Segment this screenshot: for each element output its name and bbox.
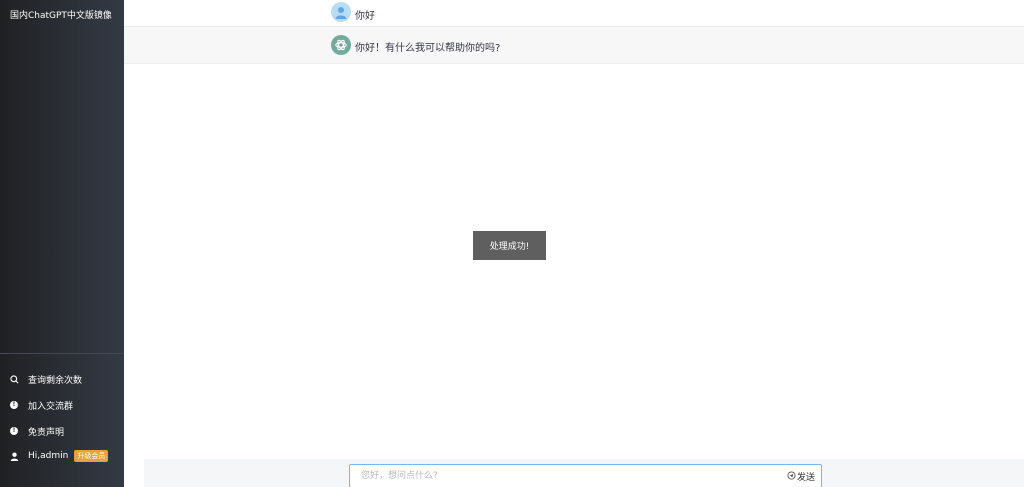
sidebar-item-join-group[interactable]: ! 加入交流群 [0, 395, 124, 415]
info-icon: ! [9, 426, 19, 436]
sidebar-item-label: 加入交流群 [28, 401, 74, 412]
sidebar-item-label: 免责声明 [28, 427, 65, 438]
brand-title: 国内ChatGPT中文版镜像 [10, 11, 112, 21]
sidebar-user[interactable]: Hi,admin 升级会员 [0, 446, 124, 466]
message-text: 你好！有什么我可以帮助你的吗? [355, 43, 501, 54]
input-bar: 发送 [144, 459, 1024, 487]
user-greeting: Hi,admin [28, 451, 69, 461]
send-button[interactable]: 发送 [787, 470, 815, 483]
success-toast: 处理成功! [473, 231, 546, 260]
info-icon: ! [9, 400, 19, 410]
user-avatar-icon [331, 2, 351, 22]
chat-message-user: 你好 [124, 0, 1024, 27]
sidebar: 国内ChatGPT中文版镜像 查询剩余次数 ! 加入交流群 ! 免责声明 Hi,… [0, 0, 124, 487]
chat-message-bot: 你好！有什么我可以帮助你的吗? [124, 27, 1024, 64]
message-text: 你好 [355, 11, 375, 22]
chat-main: 你好 你好！有什么我可以帮助你的吗? [124, 0, 1024, 487]
openai-logo-icon [331, 35, 351, 55]
send-icon [787, 470, 796, 483]
sidebar-item-disclaimer[interactable]: ! 免责声明 [0, 421, 124, 441]
user-icon [9, 451, 19, 461]
search-icon [9, 374, 19, 384]
send-label: 发送 [796, 473, 815, 483]
chat-input[interactable] [359, 469, 779, 483]
upgrade-member-badge[interactable]: 升级会员 [74, 450, 109, 462]
sidebar-item-label: 查询剩余次数 [28, 375, 83, 386]
sidebar-item-query-remaining[interactable]: 查询剩余次数 [0, 369, 124, 389]
sidebar-divider [0, 353, 124, 354]
input-box: 发送 [349, 464, 822, 487]
chat-app: 国内ChatGPT中文版镜像 查询剩余次数 ! 加入交流群 ! 免责声明 Hi,… [0, 0, 1024, 487]
